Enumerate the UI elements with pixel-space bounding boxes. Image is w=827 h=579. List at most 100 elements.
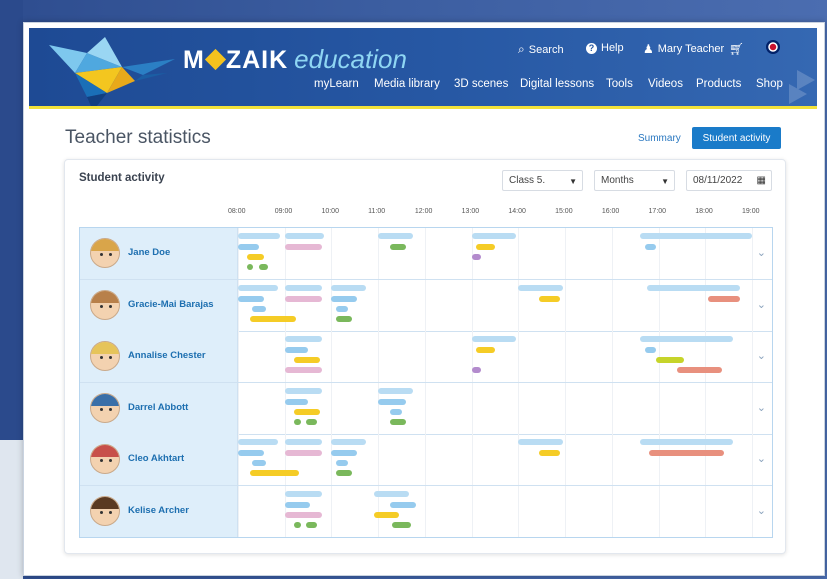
- nav-item-media-library[interactable]: Media library: [374, 78, 440, 90]
- activity-bar[interactable]: [238, 233, 281, 239]
- activity-bar[interactable]: [331, 439, 367, 445]
- activity-bar[interactable]: [389, 244, 407, 250]
- activity-bar[interactable]: [294, 418, 302, 425]
- activity-bar[interactable]: [331, 284, 367, 291]
- nav-item-mylearn[interactable]: myLearn: [314, 78, 359, 90]
- activity-bar[interactable]: [284, 367, 323, 373]
- activity-bar[interactable]: [373, 511, 400, 518]
- activity-bar[interactable]: [644, 244, 657, 250]
- student-name[interactable]: Jane Doe: [128, 247, 170, 258]
- activity-bar[interactable]: [259, 264, 269, 270]
- activity-bar[interactable]: [294, 408, 320, 415]
- expand-chevron-icon[interactable]: ⌄: [757, 246, 766, 259]
- activity-bar[interactable]: [639, 439, 734, 445]
- activity-bar[interactable]: [284, 450, 323, 456]
- activity-bar[interactable]: [389, 418, 407, 425]
- activity-bar[interactable]: [252, 460, 267, 466]
- activity-bar[interactable]: [284, 490, 323, 497]
- expand-chevron-icon[interactable]: ⌄: [757, 349, 766, 362]
- nav-item-3d-scenes[interactable]: 3D scenes: [454, 78, 508, 90]
- nav-item-tools[interactable]: Tools: [606, 78, 633, 90]
- student-row[interactable]: Darrel Abbott ⌄: [80, 382, 772, 435]
- activity-bar[interactable]: [249, 315, 297, 322]
- activity-bar[interactable]: [284, 284, 323, 291]
- activity-bar[interactable]: [331, 295, 358, 302]
- student-name[interactable]: Darrel Abbott: [128, 402, 188, 413]
- activity-bar[interactable]: [373, 490, 409, 497]
- nav-item-products[interactable]: Products: [696, 78, 741, 90]
- user-menu[interactable]: ♟ Mary Teacher: [643, 42, 724, 56]
- activity-bar[interactable]: [336, 460, 348, 466]
- activity-bar[interactable]: [677, 367, 722, 373]
- period-select[interactable]: Months ▼: [594, 170, 675, 191]
- activity-bar[interactable]: [539, 295, 561, 302]
- student-row[interactable]: Kelise Archer ⌄: [80, 485, 772, 537]
- expand-chevron-icon[interactable]: ⌄: [757, 452, 766, 465]
- activity-bar[interactable]: [649, 450, 724, 456]
- activity-bar[interactable]: [284, 439, 323, 445]
- expand-chevron-icon[interactable]: ⌄: [757, 401, 766, 414]
- activity-bar[interactable]: [238, 450, 264, 456]
- activity-bar[interactable]: [476, 347, 495, 353]
- activity-bar[interactable]: [294, 357, 320, 363]
- kingfisher-logo-icon[interactable]: [47, 33, 175, 109]
- activity-bar[interactable]: [238, 295, 264, 302]
- activity-bar[interactable]: [284, 501, 311, 508]
- activity-bar[interactable]: [249, 470, 299, 476]
- nav-item-digital-lessons[interactable]: Digital lessons: [520, 78, 594, 90]
- activity-bar[interactable]: [294, 521, 302, 528]
- expand-chevron-icon[interactable]: ⌄: [757, 504, 766, 517]
- cart-button[interactable]: 🛒︎: [729, 42, 744, 56]
- student-name[interactable]: Cleo Akhtart: [128, 453, 184, 464]
- activity-bar[interactable]: [656, 357, 685, 363]
- nav-item-shop[interactable]: Shop: [756, 78, 783, 90]
- student-row[interactable]: Cleo Akhtart ⌄: [80, 434, 772, 486]
- date-picker[interactable]: 08/11/2022 ▦: [686, 170, 772, 191]
- activity-bar[interactable]: [284, 347, 309, 353]
- activity-bar[interactable]: [639, 336, 734, 342]
- activity-bar[interactable]: [646, 284, 741, 291]
- activity-bar[interactable]: [471, 336, 517, 342]
- activity-bar[interactable]: [284, 336, 323, 342]
- activity-bar[interactable]: [305, 418, 318, 425]
- activity-bar[interactable]: [284, 387, 323, 394]
- activity-bar[interactable]: [707, 295, 741, 302]
- activity-bar[interactable]: [238, 244, 260, 250]
- help-link[interactable]: ? Help: [586, 42, 624, 54]
- activity-bar[interactable]: [336, 315, 353, 322]
- tab-student-activity[interactable]: Student activity: [692, 127, 781, 149]
- activity-bar[interactable]: [378, 233, 414, 239]
- activity-bar[interactable]: [284, 244, 323, 250]
- student-name[interactable]: Kelise Archer: [128, 505, 189, 516]
- activity-bar[interactable]: [247, 264, 254, 270]
- activity-bar[interactable]: [471, 254, 481, 260]
- activity-bar[interactable]: [639, 233, 752, 239]
- brand-logo[interactable]: M ZAIK education: [183, 44, 407, 74]
- activity-bar[interactable]: [378, 398, 407, 405]
- expand-chevron-icon[interactable]: ⌄: [757, 298, 766, 311]
- activity-bar[interactable]: [378, 387, 414, 394]
- activity-bar[interactable]: [389, 501, 416, 508]
- activity-bar[interactable]: [247, 254, 264, 260]
- search-link[interactable]: ⌕ Search: [518, 42, 564, 57]
- activity-bar[interactable]: [305, 521, 318, 528]
- activity-bar[interactable]: [252, 305, 267, 312]
- nav-item-videos[interactable]: Videos: [648, 78, 683, 90]
- language-flag-icon[interactable]: [766, 40, 780, 54]
- activity-bar[interactable]: [539, 450, 561, 456]
- activity-bar[interactable]: [476, 244, 495, 250]
- activity-bar[interactable]: [336, 305, 348, 312]
- activity-bar[interactable]: [284, 398, 309, 405]
- tab-summary[interactable]: Summary: [638, 133, 681, 144]
- activity-bar[interactable]: [284, 233, 325, 239]
- student-row[interactable]: Gracie-Mai Barajas ⌄: [80, 279, 772, 332]
- student-row[interactable]: Annalise Chester ⌄: [80, 331, 772, 383]
- activity-bar[interactable]: [392, 521, 411, 528]
- class-select[interactable]: Class 5. ▼: [502, 170, 583, 191]
- activity-bar[interactable]: [471, 233, 517, 239]
- activity-bar[interactable]: [389, 408, 402, 415]
- activity-bar[interactable]: [284, 295, 323, 302]
- student-row[interactable]: Jane Doe ⌄: [80, 228, 772, 280]
- activity-bar[interactable]: [644, 347, 657, 353]
- activity-bar[interactable]: [518, 284, 563, 291]
